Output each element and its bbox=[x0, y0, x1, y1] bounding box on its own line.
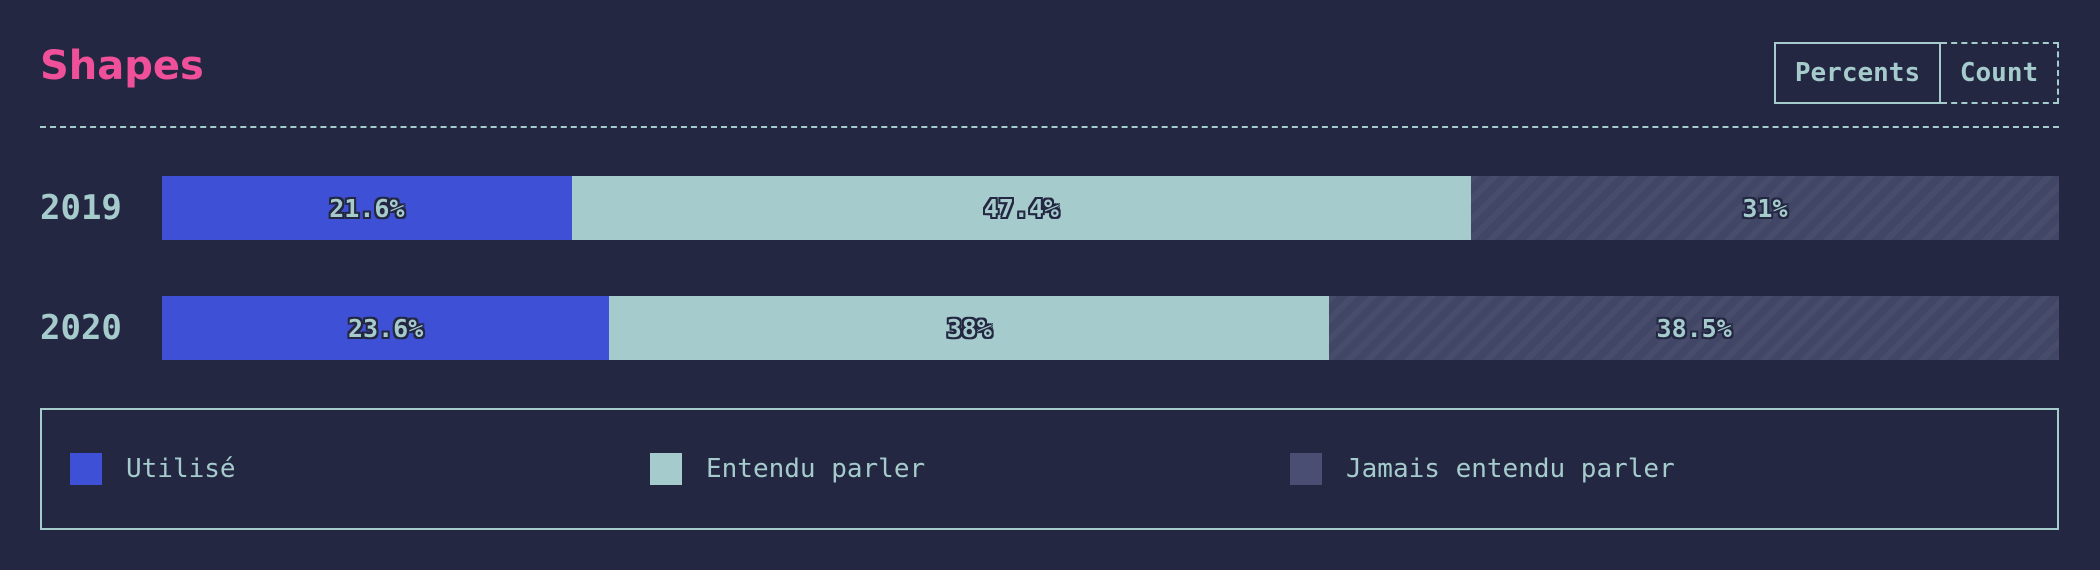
data-label: 47.4% bbox=[983, 193, 1059, 223]
data-label: 31% bbox=[1742, 193, 1788, 223]
chart-title: Shapes bbox=[40, 43, 204, 89]
chart-legend: Utilisé Entendu parler Jamais entendu pa… bbox=[40, 408, 2059, 530]
legend-item-heard[interactable]: Entendu parler bbox=[650, 410, 925, 528]
segment-used[interactable]: 21.6% bbox=[162, 176, 572, 240]
bar-row-2019: 2019 21.6% 47.4% 31% bbox=[40, 176, 2059, 240]
legend-label: Utilisé bbox=[126, 454, 236, 484]
legend-label: Jamais entendu parler bbox=[1346, 454, 1675, 484]
data-label: 23.6% bbox=[347, 313, 424, 343]
legend-label: Entendu parler bbox=[706, 454, 926, 484]
bar-row-2020: 2020 23.6% 38% 38.5% bbox=[40, 296, 2059, 360]
percents-button[interactable]: Percents bbox=[1774, 42, 1941, 104]
data-label: 38% bbox=[946, 313, 992, 343]
stacked-bar: 23.6% 38% 38.5% bbox=[162, 296, 2059, 360]
count-button[interactable]: Count bbox=[1941, 42, 2059, 104]
segment-heard[interactable]: 47.4% bbox=[571, 176, 1471, 240]
legend-item-used[interactable]: Utilisé bbox=[70, 410, 236, 528]
header-divider bbox=[40, 126, 2059, 128]
stacked-bar: 21.6% 47.4% 31% bbox=[162, 176, 2059, 240]
segment-heard[interactable]: 38% bbox=[609, 296, 1330, 360]
legend-swatch-used bbox=[70, 453, 102, 485]
data-label: 21.6% bbox=[329, 193, 405, 223]
segment-used[interactable]: 23.6% bbox=[162, 296, 610, 360]
display-mode-toggle: Percents Count bbox=[1774, 42, 2059, 104]
row-label: 2020 bbox=[40, 308, 122, 348]
legend-item-never[interactable]: Jamais entendu parler bbox=[1290, 410, 1675, 528]
segment-never[interactable]: 31% bbox=[1470, 176, 2059, 240]
row-label: 2019 bbox=[40, 188, 122, 228]
legend-swatch-never bbox=[1290, 453, 1322, 485]
data-label: 38.5% bbox=[1656, 313, 1732, 343]
legend-swatch-heard bbox=[650, 453, 682, 485]
segment-never[interactable]: 38.5% bbox=[1329, 296, 2059, 360]
